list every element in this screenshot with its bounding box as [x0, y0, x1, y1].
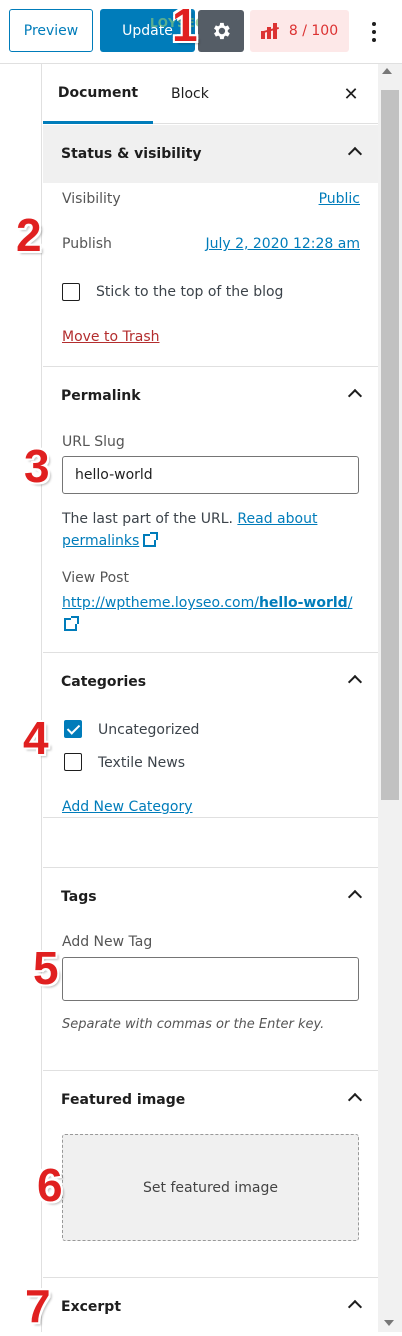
annotation-5: 5 [33, 942, 59, 994]
excerpt-title: Excerpt [61, 1299, 122, 1315]
view-post-url-suffix: / [347, 595, 353, 611]
annotation-4: 4 [23, 712, 49, 764]
chevron-up-icon [347, 1092, 363, 1108]
scrollbar-thumb[interactable] [381, 90, 399, 800]
visibility-link[interactable]: Public [319, 191, 360, 207]
categories-title: Categories [61, 674, 147, 690]
sticky-label: Stick to the top of the blog [96, 284, 284, 300]
category-label: Uncategorized [98, 722, 200, 738]
seo-score-button[interactable]: 8 / 100 [250, 10, 349, 52]
gear-icon [214, 22, 230, 40]
scroll-down-arrow-icon[interactable] [384, 1320, 394, 1326]
categories-header[interactable]: Categories [43, 653, 378, 711]
tag-input[interactable] [62, 957, 359, 1001]
category-checkbox-uncategorized[interactable] [64, 720, 82, 738]
permalink-help: The last part of the URL. Read about per… [62, 508, 362, 552]
chevron-up-icon [347, 889, 363, 905]
chevron-up-icon [347, 1299, 363, 1315]
visibility-label: Visibility [62, 191, 121, 207]
url-slug-label: URL Slug [62, 434, 125, 450]
annotation-3: 3 [24, 440, 50, 492]
view-post-url[interactable]: http://wptheme.loyseo.com/hello-world/ [62, 592, 362, 636]
annotation-1: 1 [172, 0, 198, 51]
publish-date-link[interactable]: July 2, 2020 12:28 am [205, 236, 360, 252]
preview-button[interactable]: Preview [9, 9, 93, 52]
featured-image-title: Featured image [61, 1092, 186, 1108]
read-about-link[interactable]: Read about [237, 511, 317, 527]
status-visibility-header[interactable]: Status & visibility [43, 125, 378, 183]
seo-score-text: 8 / 100 [288, 23, 339, 39]
tab-document[interactable]: Document [43, 64, 153, 124]
tags-hint: Separate with commas or the Enter key. [62, 1017, 325, 1032]
set-featured-image-button[interactable]: Set featured image [62, 1134, 359, 1241]
permalinks-link[interactable]: permalinks [62, 533, 139, 549]
annotation-6: 6 [37, 1159, 63, 1211]
settings-sidebar: Document Block ✕ Status & visibility Vis… [43, 64, 378, 1332]
permalink-header[interactable]: Permalink [43, 367, 378, 425]
add-new-tag-label: Add New Tag [62, 934, 153, 950]
add-new-category-link[interactable]: Add New Category [62, 799, 193, 815]
external-link-icon [64, 616, 79, 631]
chevron-up-icon [347, 146, 363, 162]
more-options-icon[interactable] [362, 12, 386, 52]
chevron-up-icon [347, 674, 363, 690]
excerpt-header[interactable]: Excerpt [43, 1278, 378, 1336]
publish-label: Publish [62, 236, 112, 252]
close-icon[interactable]: ✕ [339, 82, 363, 106]
view-post-url-slug: hello-world [258, 595, 348, 611]
url-slug-input[interactable]: hello-world [62, 456, 359, 494]
view-post-url-prefix: http://wptheme.loyseo.com/ [62, 595, 259, 611]
tab-block[interactable]: Block [171, 64, 209, 124]
move-to-trash-link[interactable]: Move to Trash [62, 329, 160, 345]
tags-title: Tags [61, 889, 97, 905]
section-divider [43, 817, 378, 818]
editor-toolbar: Preview Update LOYSEO.COM 8 / 100 [0, 0, 402, 64]
category-checkbox-textile-news[interactable] [64, 753, 82, 771]
permalink-title: Permalink [61, 388, 141, 404]
featured-image-header[interactable]: Featured image [43, 1071, 378, 1129]
tags-header[interactable]: Tags [43, 868, 378, 926]
permalink-help-text: The last part of the URL. [62, 511, 233, 527]
annotation-7: 7 [25, 1280, 51, 1332]
status-visibility-title: Status & visibility [61, 146, 202, 162]
category-label: Textile News [98, 755, 185, 771]
chevron-up-icon [347, 388, 363, 404]
annotation-2: 2 [16, 209, 42, 261]
external-link-icon [143, 532, 159, 547]
settings-button[interactable] [198, 10, 244, 52]
sticky-checkbox[interactable] [62, 283, 80, 301]
view-post-label: View Post [62, 570, 129, 586]
chart-bars-icon [260, 23, 279, 39]
scroll-up-arrow-icon[interactable] [382, 68, 392, 74]
sidebar-tabs: Document Block ✕ [43, 64, 378, 124]
